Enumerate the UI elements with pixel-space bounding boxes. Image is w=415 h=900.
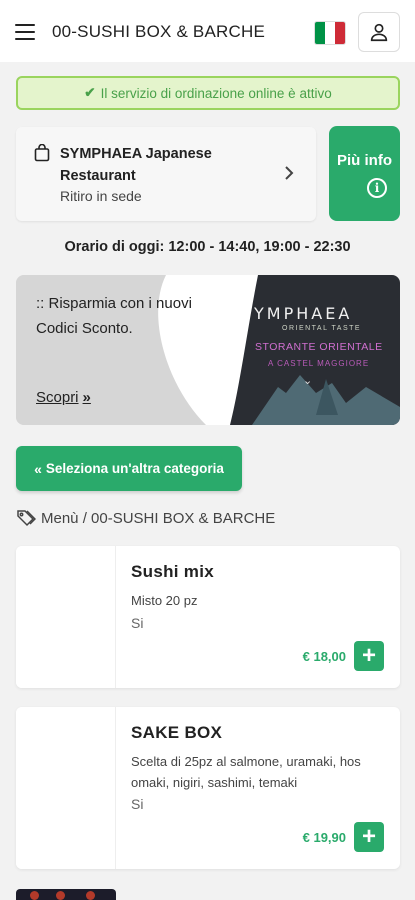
breadcrumb-text: Menù / 00-SUSHI BOX & BARCHE — [41, 509, 276, 527]
chevron-right-icon — [285, 166, 294, 180]
info-icon: i — [367, 178, 387, 198]
page-title: 00-SUSHI BOX & BARCHE — [52, 22, 265, 41]
user-icon — [370, 23, 388, 42]
user-account-button[interactable] — [358, 12, 400, 52]
product-image — [16, 707, 116, 869]
brand-subtitle-line-1: STORANTE ORIENTALE — [255, 341, 383, 353]
service-type: Ritiro in sede — [60, 188, 142, 204]
online-ordering-status-banner: ✔ Il servizio di ordinazione online è at… — [16, 76, 400, 110]
product-name: SAKE BOX — [131, 723, 223, 742]
double-chevron-left-icon: « — [34, 460, 42, 477]
product-price: € 19,90 — [302, 830, 346, 845]
brand-tagline: ORIENTAL TASTE — [282, 325, 362, 332]
breadcrumb: Menù / 00-SUSHI BOX & BARCHE — [16, 509, 275, 527]
chevron-down-icon: ⌄ — [303, 375, 313, 387]
brand-subtitle-line-2: A CASTEL MAGGIORE — [268, 359, 370, 368]
check-icon: ✔ — [84, 85, 96, 100]
product-description: Scelta di 25pz al salmone, uramaki, hos … — [131, 754, 361, 790]
add-to-cart-button[interactable]: + — [354, 641, 384, 671]
product-card[interactable]: SAKE BOX Scelta di 25pz al salmone, uram… — [16, 707, 400, 869]
select-category-button[interactable]: « Seleziona un'altra categoria — [16, 446, 242, 491]
discover-link[interactable]: Scopri » — [36, 389, 91, 406]
shopping-bag-icon — [34, 144, 50, 162]
product-card[interactable]: Sushi mix Misto 20 pz Si € 18,00 + — [16, 546, 400, 688]
product-availability: Si — [131, 796, 144, 812]
select-category-label: Seleziona un'altra categoria — [45, 461, 224, 476]
restaurant-card[interactable]: SYMPHAEA Japanese Restaurant Ritiro in s… — [16, 127, 316, 221]
italian-flag-icon[interactable] — [315, 22, 345, 44]
product-image — [16, 546, 116, 688]
product-image — [16, 889, 116, 900]
promo-text: :: Risparmia con i nuovi Codici Sconto. — [36, 295, 192, 337]
opening-hours: Orario di oggi: 12:00 - 14:40, 19:00 - 2… — [64, 239, 351, 255]
brand-name: YMPHAEA — [254, 304, 353, 323]
add-to-cart-button[interactable]: + — [354, 822, 384, 852]
more-info-button[interactable]: Più info i — [329, 126, 400, 221]
product-availability: Si — [131, 615, 144, 631]
restaurant-name: SYMPHAEA Japanese Restaurant — [60, 146, 212, 184]
menu-icon[interactable] — [15, 24, 35, 40]
product-description: Misto 20 pz — [131, 593, 198, 608]
discover-label: Scopri — [36, 389, 79, 406]
promo-banner[interactable]: YMPHAEA ORIENTAL TASTE STORANTE ORIENTAL… — [16, 275, 400, 425]
product-price: € 18,00 — [302, 649, 346, 664]
tag-icon — [17, 510, 36, 527]
status-text: Il servizio di ordinazione online è atti… — [100, 85, 332, 101]
app-header: 00-SUSHI BOX & BARCHE — [0, 0, 415, 62]
more-info-label: Più info — [337, 152, 392, 169]
double-chevron-right-icon: » — [82, 389, 91, 406]
product-name: Sushi mix — [131, 562, 215, 581]
